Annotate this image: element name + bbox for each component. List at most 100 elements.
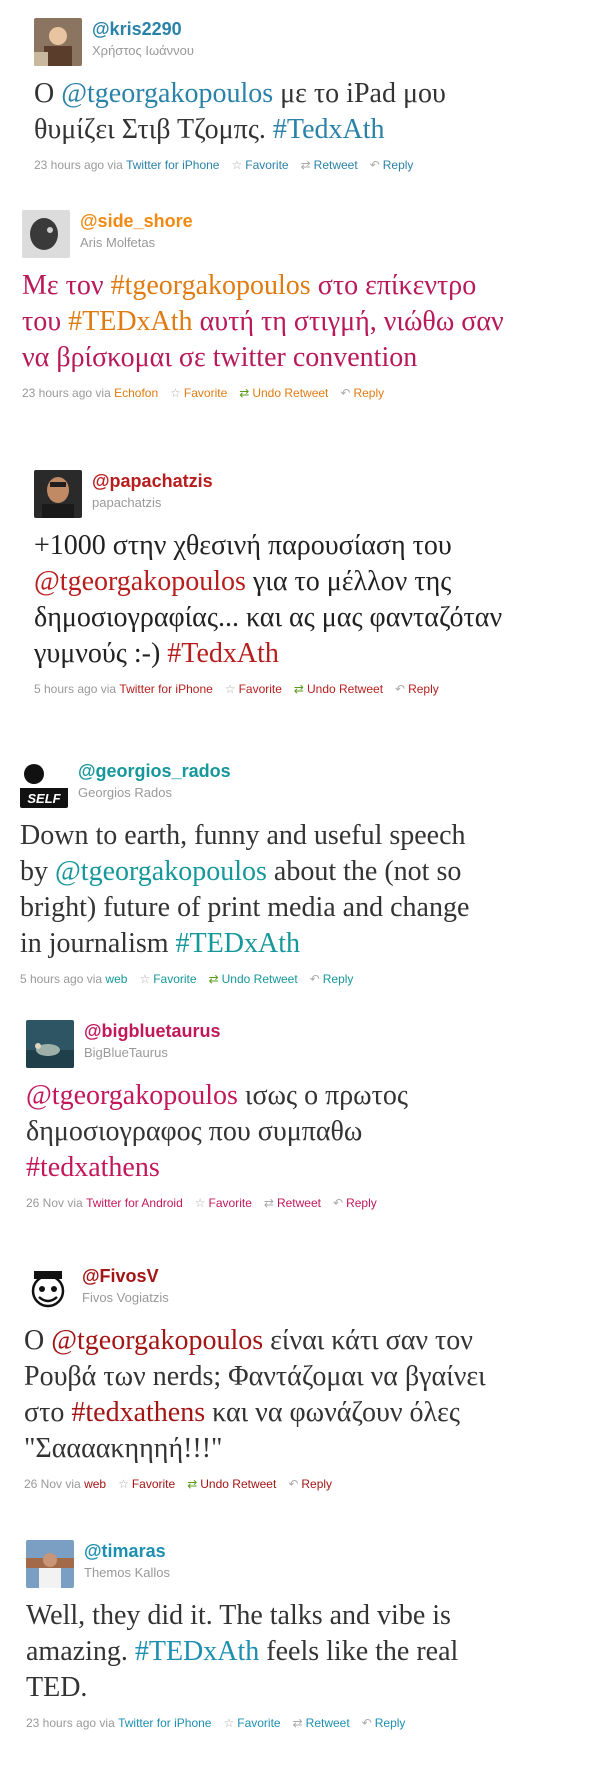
favorite-label: Favorite <box>183 386 228 400</box>
user-handle[interactable]: @side_shore <box>80 211 193 232</box>
text-segment: δημοσιογραφος που συμπαθω <box>26 1116 363 1147</box>
undo-retweet-button[interactable]: ⇄ Undo Retweet <box>294 682 383 696</box>
user-handle[interactable]: @kris2290 <box>92 19 182 40</box>
favorite-button[interactable]: ☆ Favorite <box>139 972 196 986</box>
reply-label: Reply <box>408 682 439 696</box>
text-segment: του <box>22 306 69 337</box>
tweet-text-line: amazing. #TEDxAth feels like the real <box>26 1634 586 1670</box>
tweet-item: @timaras Themos Kallos Well, they did it. … <box>26 1540 586 1730</box>
user-handle[interactable]: @bigbluetaurus <box>84 1021 221 1042</box>
reply-button[interactable]: ↶ Reply <box>340 386 384 400</box>
user-handle[interactable]: @georgios_rados <box>78 761 231 782</box>
favorite-button[interactable]: ☆ Favorite <box>195 1196 252 1210</box>
reply-icon: ↶ <box>369 158 380 172</box>
timestamp[interactable]: 5 hours ago <box>34 682 97 696</box>
hashtag-link[interactable]: #TEDxAth <box>135 1636 259 1667</box>
tweet-text-line: θυμίζει Στιβ Τζομπς. #TedxAth <box>34 112 594 148</box>
client-link[interactable]: web <box>84 1477 106 1491</box>
tweet-text-line: bright) future of print media and change <box>20 890 580 926</box>
tweet-text-line: δημοσιογραφος που συμπαθω <box>26 1114 586 1150</box>
mention-link[interactable]: @tgeorgakopoulos <box>26 1080 238 1111</box>
text-segment: amazing. <box>26 1636 135 1667</box>
avatar[interactable] <box>34 470 82 518</box>
favorite-button[interactable]: ☆ Favorite <box>223 1716 280 1730</box>
tweet-text-line: +1000 στην χθεσινή παρουσίαση του <box>34 528 594 564</box>
text-segment: γυμνούς :-) <box>34 638 168 669</box>
favorite-button[interactable]: ☆ Favorite <box>231 158 288 172</box>
star-icon: ☆ <box>194 1196 206 1210</box>
hashtag-link[interactable]: #tedxathens <box>71 1397 205 1428</box>
timestamp[interactable]: 26 Nov <box>24 1477 62 1491</box>
undo-retweet-button[interactable]: ⇄ Undo Retweet <box>209 972 298 986</box>
retweet-icon: ⇄ <box>292 1716 303 1730</box>
tweet-meta: 23 hours ago via Twitter for iPhone ☆ Favo… <box>34 158 594 172</box>
hashtag-link[interactable]: #TEDxAth <box>176 928 300 959</box>
user-fullname: Fivos Vogiatzis <box>82 1290 169 1305</box>
mention-link[interactable]: @tgeorgakopoulos <box>51 1325 263 1356</box>
favorite-button[interactable]: ☆ Favorite <box>225 682 282 696</box>
star-icon: ☆ <box>139 972 151 986</box>
text-segment: +1000 στην χθεσινή παρουσίαση του <box>34 530 452 561</box>
hashtag-link[interactable]: #tedxathens <box>26 1152 160 1183</box>
client-link[interactable]: Twitter for iPhone <box>126 158 219 172</box>
timestamp[interactable]: 23 hours ago <box>34 158 104 172</box>
retweet-label: Undo Retweet <box>221 972 298 986</box>
user-fullname: Χρήστος Ιωάννου <box>92 43 194 58</box>
favorite-button[interactable]: ☆ Favorite <box>170 386 227 400</box>
user-handle[interactable]: @timaras <box>84 1541 166 1562</box>
reply-button[interactable]: ↶ Reply <box>362 1716 406 1730</box>
reply-button[interactable]: ↶ Reply <box>333 1196 377 1210</box>
reply-label: Reply <box>382 158 414 172</box>
star-icon: ☆ <box>231 158 243 172</box>
client-link[interactable]: Twitter for iPhone <box>119 682 212 696</box>
tweet-meta: 26 Nov via web ☆ Favorite ⇄ Undo Retweet ↶ Rep… <box>24 1477 584 1491</box>
retweet-button[interactable]: ⇄ Retweet <box>293 1716 350 1730</box>
reply-button[interactable]: ↶ Reply <box>370 158 414 172</box>
timestamp[interactable]: 26 Nov <box>26 1196 64 1210</box>
avatar[interactable]: SELF <box>20 760 68 808</box>
tweet-text-line: Ο @tgeorgakopoulos είναι κάτι σαν τον <box>24 1323 584 1359</box>
avatar[interactable] <box>22 210 70 258</box>
timestamp[interactable]: 5 hours ago <box>20 972 83 986</box>
undo-retweet-button[interactable]: ⇄ Undo Retweet <box>239 386 328 400</box>
retweet-icon: ⇄ <box>263 1196 274 1210</box>
undo-retweet-button[interactable]: ⇄ Undo Retweet <box>187 1477 276 1491</box>
mention-link[interactable]: @tgeorgakopoulos <box>61 78 273 109</box>
mention-link[interactable]: @tgeorgakopoulos <box>34 566 246 597</box>
avatar[interactable] <box>34 18 82 66</box>
client-link[interactable]: Twitter for iPhone <box>118 1716 211 1730</box>
user-handle[interactable]: @FivosV <box>82 1266 159 1287</box>
timestamp[interactable]: 23 hours ago <box>26 1716 96 1730</box>
client-link[interactable]: Echofon <box>114 386 158 400</box>
text-segment: Με τον <box>22 270 111 301</box>
tweet-text-line: Ρουβά των nerds; Φαντάζομαι να βγαίνει <box>24 1359 584 1395</box>
text-segment: στο επίκεντρο <box>310 270 477 301</box>
reply-button[interactable]: ↶ Reply <box>288 1477 332 1491</box>
client-link[interactable]: Twitter for Android <box>86 1196 183 1210</box>
hashtag-link[interactable]: #TedxAth <box>167 638 279 669</box>
favorite-button[interactable]: ☆ Favorite <box>118 1477 175 1491</box>
retweet-button[interactable]: ⇄ Retweet <box>264 1196 321 1210</box>
tweet-text-line: by @tgeorgakopoulos about the (not so <box>20 854 580 890</box>
tweet-item: @bigbluetaurus BigBlueTaurus @tgeorgakopou… <box>26 1020 586 1210</box>
reply-button[interactable]: ↶ Reply <box>395 682 439 696</box>
timestamp[interactable]: 23 hours ago <box>22 386 92 400</box>
retweet-button[interactable]: ⇄ Retweet <box>301 158 358 172</box>
reply-button[interactable]: ↶ Reply <box>310 972 354 986</box>
reply-icon: ↶ <box>361 1716 372 1730</box>
client-link[interactable]: web <box>105 972 127 986</box>
text-segment: Well, they did it. The talks and vibe is <box>26 1600 451 1631</box>
user-handle[interactable]: @papachatzis <box>92 471 213 492</box>
avatar[interactable] <box>26 1020 74 1068</box>
mention-link[interactable]: @tgeorgakopoulos <box>55 856 267 887</box>
text-segment: by <box>20 856 55 887</box>
avatar[interactable] <box>26 1540 74 1588</box>
tweet-text-line: TED. <box>26 1670 586 1706</box>
hashtag-link[interactable]: #tgeorgakopoulos <box>111 270 311 301</box>
hashtag-link[interactable]: #TedxAth <box>273 114 385 145</box>
hashtag-link[interactable]: #TEDxAth <box>68 306 192 337</box>
user-fullname: Aris Molfetas <box>80 235 156 250</box>
avatar[interactable] <box>24 1265 72 1313</box>
text-segment: TED. <box>26 1672 88 1703</box>
reply-label: Reply <box>322 972 354 986</box>
